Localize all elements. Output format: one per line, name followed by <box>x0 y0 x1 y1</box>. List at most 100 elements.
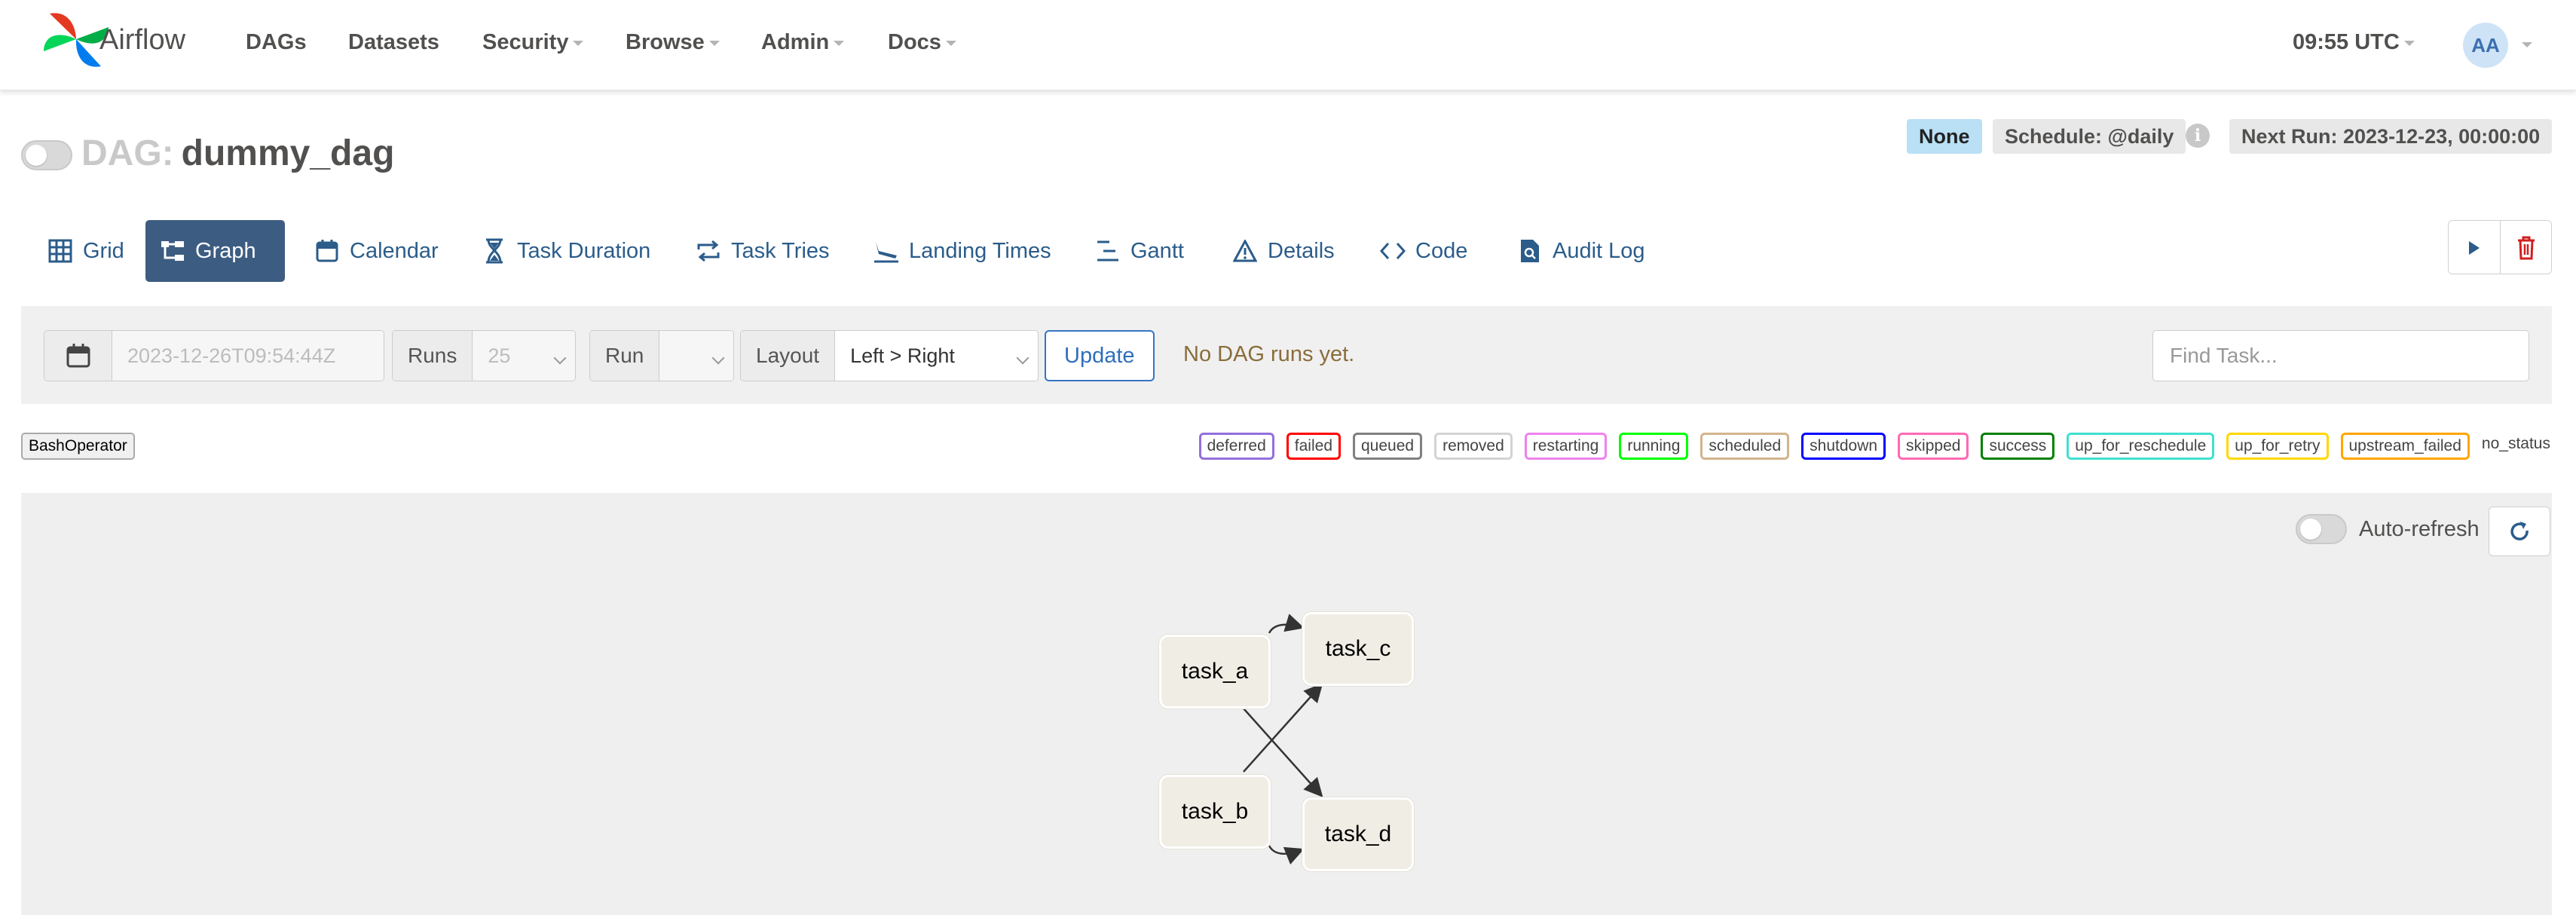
refresh-icon <box>2510 522 2529 540</box>
tab-details[interactable]: Details <box>1218 220 1348 282</box>
task-label: task_b <box>1181 799 1249 824</box>
base-date-picker[interactable]: 2023-12-26T09:54:44Z <box>44 330 384 381</box>
dag-name: dummy_dag <box>181 133 395 173</box>
state-legend-scheduled[interactable]: scheduled <box>1700 433 1790 460</box>
graph-filter-bar: 2023-12-26T09:54:44Z Runs 25 Run Layout … <box>21 306 2552 404</box>
graph-icon <box>159 237 186 265</box>
next-run-badge: Next Run: 2023-12-23, 00:00:00 <box>2229 119 2553 154</box>
chevron-down-icon <box>2403 40 2415 46</box>
tab-code[interactable]: Code <box>1366 220 1481 282</box>
run-label: Run <box>590 331 660 381</box>
auto-refresh-toggle[interactable] <box>2296 514 2347 544</box>
task-node-task_d[interactable]: task_d <box>1302 797 1414 871</box>
state-legend-deferred[interactable]: deferred <box>1198 433 1274 460</box>
runs-value-text: 25 <box>488 344 511 367</box>
user-avatar[interactable]: AA <box>2463 23 2508 68</box>
find-task-input[interactable]: Find Task... <box>2152 330 2529 381</box>
calendar-icon <box>314 237 341 265</box>
gantt-icon <box>1094 237 1121 265</box>
nav-datasets[interactable]: Datasets <box>348 30 439 55</box>
tab-landing-times[interactable]: Landing Times <box>859 220 1065 282</box>
run-value[interactable] <box>659 331 733 381</box>
state-legend-success[interactable]: success <box>1981 433 2055 460</box>
nav-admin[interactable]: Admin <box>761 30 845 55</box>
refresh-button[interactable] <box>2489 506 2550 556</box>
layout-select[interactable]: Layout Left > Right <box>740 330 1039 381</box>
task-node-task_a[interactable]: task_a <box>1159 635 1271 708</box>
nav-datasets-label: Datasets <box>348 30 439 54</box>
tab-audit-log[interactable]: Audit Log <box>1503 220 1659 282</box>
file-search-icon <box>1516 237 1543 265</box>
state-legend-failed[interactable]: failed <box>1286 433 1341 460</box>
nav-dags[interactable]: DAGs <box>246 30 307 55</box>
app-name[interactable]: Airflow <box>99 24 185 57</box>
clock-label: 09:55 UTC <box>2293 30 2400 54</box>
tab-label: Task Tries <box>731 238 830 263</box>
tab-gantt[interactable]: Gantt <box>1081 220 1198 282</box>
tab-label: Code <box>1415 238 1468 263</box>
dag-pause-toggle[interactable] <box>21 140 72 170</box>
trigger-dag-button[interactable] <box>2449 221 2500 274</box>
retry-icon <box>695 237 722 265</box>
grid-icon <box>47 237 74 265</box>
tab-label: Gantt <box>1130 238 1184 263</box>
nav-security[interactable]: Security <box>482 30 584 55</box>
nav-admin-label: Admin <box>761 30 830 54</box>
state-legend-shutdown[interactable]: shutdown <box>1801 433 1886 460</box>
chevron-down-icon <box>711 351 725 365</box>
plane-landing-icon <box>873 237 900 265</box>
state-legend-restarting[interactable]: restarting <box>1524 433 1608 460</box>
dag-action-buttons <box>2448 220 2552 274</box>
calendar-icon[interactable] <box>44 331 112 381</box>
tab-task-tries[interactable]: Task Tries <box>681 220 843 282</box>
nav-browse-label: Browse <box>626 30 705 54</box>
state-legend-upstream-failed[interactable]: upstream_failed <box>2340 433 2470 460</box>
base-date-input[interactable]: 2023-12-26T09:54:44Z <box>112 331 384 381</box>
chevron-down-icon <box>573 40 584 46</box>
layout-value[interactable]: Left > Right <box>835 331 1038 381</box>
auto-refresh-label: Auto-refresh <box>2359 516 2480 541</box>
tab-grid[interactable]: Grid <box>33 220 138 282</box>
nav-browse[interactable]: Browse <box>626 30 720 55</box>
state-legend-removed[interactable]: removed <box>1434 433 1513 460</box>
task-label: task_a <box>1181 659 1249 684</box>
warning-triangle-icon <box>1231 237 1259 265</box>
no-runs-message: No DAG runs yet. <box>1183 342 1355 366</box>
tab-graph[interactable]: Graph <box>145 220 285 282</box>
trash-icon <box>2517 236 2535 260</box>
state-legend-up-for-retry[interactable]: up_for_retry <box>2226 433 2329 460</box>
dag-status-badge: None <box>1907 119 1982 154</box>
page-title: DAG: dummy_dag <box>81 133 394 174</box>
task-node-task_c[interactable]: task_c <box>1302 612 1414 686</box>
hourglass-icon <box>481 237 508 265</box>
state-legend-queued[interactable]: queued <box>1353 433 1423 460</box>
layout-label: Layout <box>741 331 836 381</box>
run-select[interactable]: Run <box>589 330 734 381</box>
state-legend: deferred failed queued removed restarting run… <box>1198 433 2550 460</box>
task-node-task_b[interactable]: task_b <box>1159 775 1271 849</box>
auto-refresh-control[interactable]: Auto-refresh <box>2296 514 2480 544</box>
tab-task-duration[interactable]: Task Duration <box>467 220 664 282</box>
chevron-down-icon <box>553 351 567 365</box>
schedule-badge: Schedule: @daily <box>1993 119 2186 154</box>
num-runs-select[interactable]: Runs 25 <box>392 330 576 381</box>
delete-dag-button[interactable] <box>2500 221 2551 274</box>
dag-prefix: DAG: <box>81 133 174 173</box>
tab-label: Details <box>1268 238 1335 263</box>
runs-value[interactable]: 25 <box>473 331 575 381</box>
info-icon[interactable]: i <box>2186 124 2210 148</box>
state-legend-running[interactable]: running <box>1619 433 1689 460</box>
state-legend-no-status[interactable]: no_status <box>2481 433 2550 460</box>
operator-legend-bashoperator[interactable]: BashOperator <box>21 433 135 460</box>
update-button[interactable]: Update <box>1045 330 1155 381</box>
graph-canvas[interactable] <box>21 493 2552 915</box>
tab-label: Task Duration <box>517 238 651 263</box>
tab-label: Landing Times <box>909 238 1051 263</box>
utc-clock[interactable]: 09:55 UTC <box>2293 30 2415 55</box>
tab-label: Grid <box>83 238 124 263</box>
state-legend-up-for-reschedule[interactable]: up_for_reschedule <box>2067 433 2215 460</box>
nav-docs[interactable]: Docs <box>888 30 956 55</box>
state-legend-skipped[interactable]: skipped <box>1898 433 1969 460</box>
tab-calendar[interactable]: Calendar <box>300 220 452 282</box>
chevron-down-icon <box>2522 42 2532 47</box>
